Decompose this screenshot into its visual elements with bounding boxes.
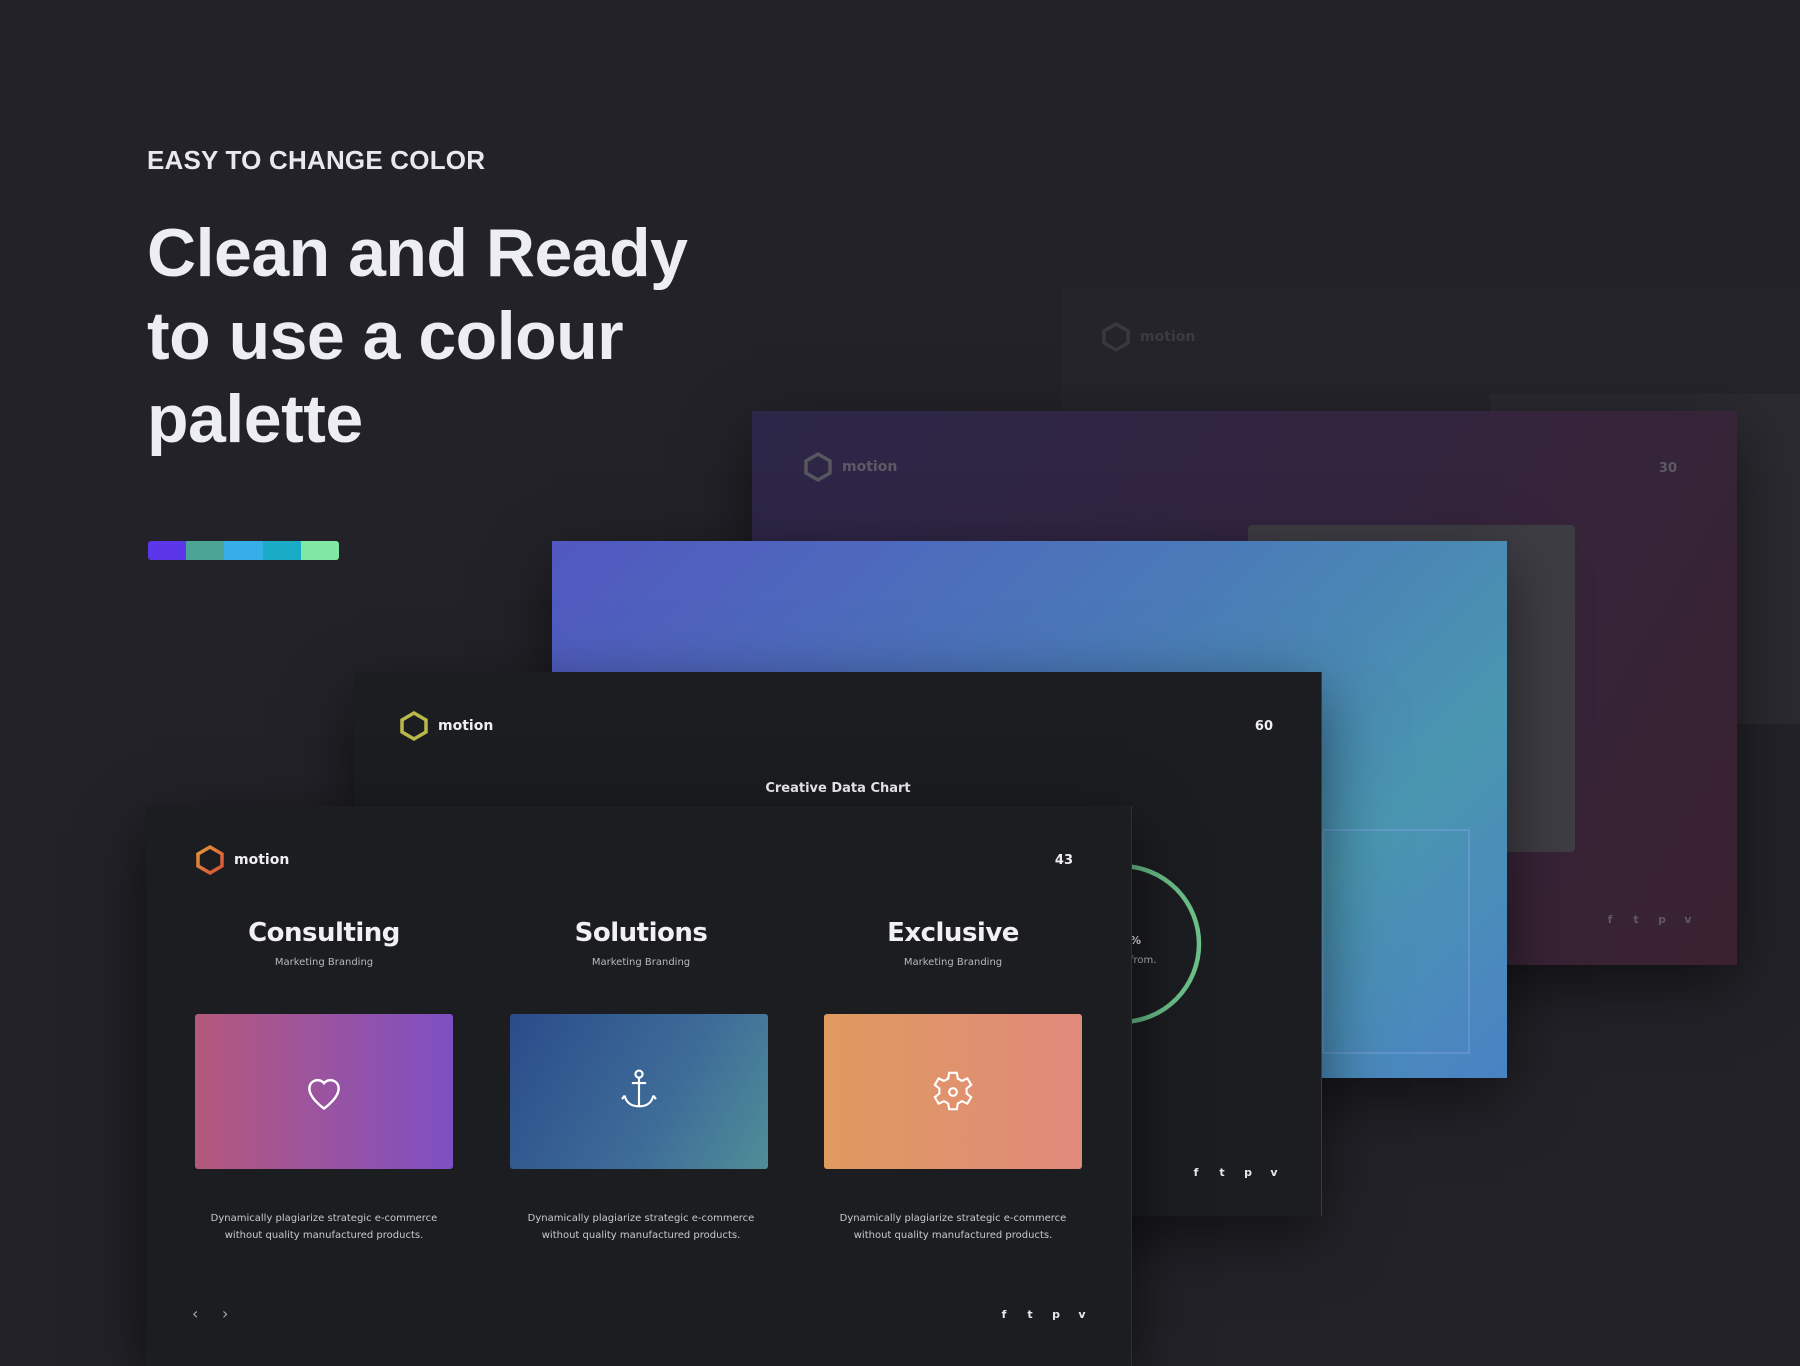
swatch[interactable]: [262, 541, 301, 560]
brand-name: motion: [1140, 329, 1196, 345]
vimeo-icon[interactable]: v: [1268, 1166, 1280, 1179]
hexagon-icon: [1102, 321, 1130, 353]
desc-line: Dynamically plagiarize strategic e-comme…: [527, 1213, 755, 1224]
hexagon-icon: [804, 451, 832, 483]
page-number: 43: [1054, 853, 1073, 868]
column-subtitle: Marketing Branding: [274, 957, 374, 968]
brand-name: motion: [842, 459, 898, 475]
swatch[interactable]: [300, 541, 339, 560]
facebook-icon[interactable]: f: [998, 1308, 1010, 1321]
column-title: Solutions: [574, 918, 708, 948]
pinterest-icon[interactable]: p: [1656, 913, 1668, 926]
consulting-image: [195, 1014, 453, 1169]
brand-logo: motion: [398, 710, 493, 742]
anchor-icon: [621, 1069, 657, 1107]
swatch[interactable]: [224, 541, 263, 560]
exclusive-image: [824, 1014, 1082, 1169]
hexagon-icon: [196, 844, 224, 876]
prev-arrow-icon[interactable]: ‹: [192, 1304, 198, 1323]
social-links: ftpv: [1604, 913, 1694, 926]
brand-logo: motion: [1100, 321, 1195, 353]
twitter-icon[interactable]: t: [1216, 1166, 1228, 1179]
frame-image: [1322, 829, 1470, 1054]
desc-line: Dynamically plagiarize strategic e-comme…: [839, 1213, 1067, 1224]
social-links: ftpv: [1190, 1166, 1280, 1179]
column-title: Exclusive: [887, 918, 1019, 948]
brand-name: motion: [234, 852, 290, 868]
solutions-image: [510, 1014, 768, 1169]
page-number: 30: [1658, 461, 1677, 476]
page-title: Clean and Ready to use a colour palette: [147, 212, 847, 461]
desc-line: without quality manufactured products.: [853, 1230, 1053, 1241]
title-line: Clean and Ready: [147, 215, 688, 291]
desc-line: without quality manufactured products.: [541, 1230, 741, 1241]
color-palette: [148, 541, 339, 560]
column-description: Dynamically plagiarize strategic e-comme…: [491, 1210, 791, 1244]
desc-line: Dynamically plagiarize strategic e-comme…: [210, 1213, 438, 1224]
page-number: 60: [1254, 719, 1273, 734]
heart-icon: [308, 1078, 340, 1110]
desc-line: without quality manufactured products.: [224, 1230, 424, 1241]
title-line: to use a colour: [147, 298, 624, 374]
twitter-icon[interactable]: t: [1630, 913, 1642, 926]
gear-icon: [933, 1071, 973, 1110]
column-subtitle: Marketing Branding: [903, 957, 1003, 968]
slide-front: motion 43 Consulting Marketing Branding …: [146, 806, 1132, 1366]
column-description: Dynamically plagiarize strategic e-comme…: [174, 1210, 474, 1244]
brand-logo: motion: [194, 844, 289, 876]
column-subtitle: Marketing Branding: [591, 957, 691, 968]
title-line: palette: [147, 381, 363, 457]
facebook-icon[interactable]: f: [1190, 1166, 1202, 1179]
pinterest-icon[interactable]: p: [1050, 1308, 1062, 1321]
facebook-icon[interactable]: f: [1604, 913, 1616, 926]
eyebrow-label: EASY TO CHANGE COLOR: [147, 145, 486, 175]
pinterest-icon[interactable]: p: [1242, 1166, 1254, 1179]
swatch[interactable]: [186, 541, 225, 560]
twitter-icon[interactable]: t: [1024, 1308, 1036, 1321]
social-links: ftpv: [998, 1308, 1088, 1321]
brand-logo: motion: [802, 451, 897, 483]
chart-heading: Creative Data Chart: [765, 781, 911, 796]
next-arrow-icon[interactable]: ›: [222, 1304, 228, 1323]
swatch[interactable]: [148, 541, 187, 560]
column-title: Consulting: [248, 918, 400, 948]
vimeo-icon[interactable]: v: [1076, 1308, 1088, 1321]
vimeo-icon[interactable]: v: [1682, 913, 1694, 926]
hexagon-icon: [400, 710, 428, 742]
brand-name: motion: [438, 718, 494, 734]
column-description: Dynamically plagiarize strategic e-comme…: [803, 1210, 1103, 1244]
